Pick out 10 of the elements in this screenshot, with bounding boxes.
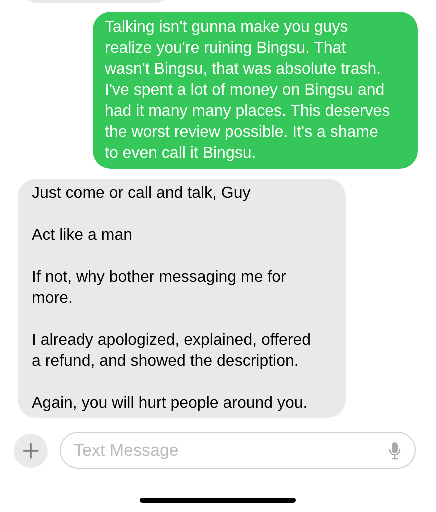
message-text: I already apologized, explained, offered a refund, and showed the description.: [32, 331, 312, 372]
plus-icon: [23, 442, 39, 458]
microphone-icon[interactable]: [389, 442, 401, 460]
message-field[interactable]: Text Message: [60, 432, 416, 469]
add-button[interactable]: [14, 434, 48, 468]
message-text: Talking isn't gunna make you guys realize you're ruining Bingsu. That wasn't Bingsu, that was absolute trash. I've spent a lot of money on Bingsu and had it many many places. This deserves the worst review possible. It's a shame to even call it Bingsu.: [105, 18, 392, 164]
message-text: Just come or call and talk, Guy: [32, 184, 252, 204]
message-text: Again, you will hurt people around you.: [32, 394, 309, 414]
message-text: If not, why bother messaging me for more.: [32, 268, 288, 309]
message-text: Act like a man: [32, 226, 134, 246]
